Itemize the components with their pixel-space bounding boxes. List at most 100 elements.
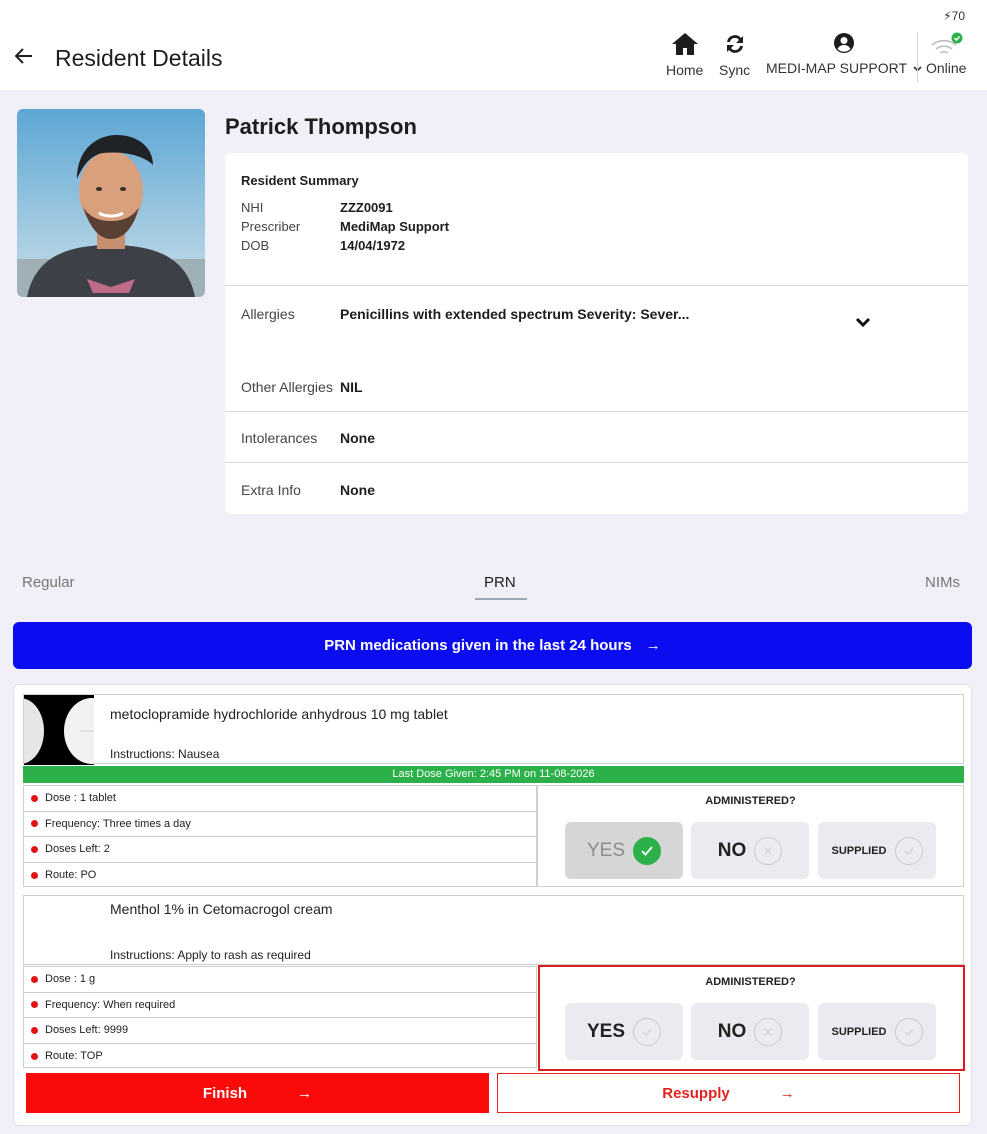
summary-title: Resident Summary <box>241 173 359 188</box>
administered-section: ADMINISTERED? YES NO SUPPLIED <box>537 785 964 887</box>
home-button[interactable]: Home <box>666 32 703 78</box>
resident-photo <box>17 109 205 297</box>
home-icon <box>671 33 698 55</box>
list-item: Frequency: Three times a day <box>24 812 536 837</box>
user-name: MEDI-MAP SUPPORT <box>766 60 907 76</box>
prn-history-label: PRN medications given in the last 24 hou… <box>324 637 632 654</box>
supplied-label: SUPPLIED <box>831 1025 887 1038</box>
resupply-button[interactable]: Resupply → <box>497 1073 960 1113</box>
active-tab-indicator <box>475 598 527 600</box>
battery-status: ⚡70 <box>943 9 965 23</box>
extra-info-label: Extra Info <box>241 482 301 498</box>
dob-label: DOB <box>241 238 270 253</box>
arrow-right-icon: → <box>297 1084 313 1102</box>
frequency-text: Frequency: When required <box>45 998 176 1011</box>
check-icon <box>894 1017 923 1046</box>
dose-text: Dose : 1 g <box>45 973 96 986</box>
medication-instructions: Instructions: Nausea <box>110 747 220 761</box>
bullet-dot-icon <box>31 794 38 802</box>
prn-medications-panel: metoclopramide hydrochloride anhydrous 1… <box>13 684 972 1126</box>
list-item: Route: TOP <box>24 1044 536 1070</box>
finish-label: Finish <box>202 1084 248 1102</box>
prescriber-value: MediMap Support <box>340 219 450 234</box>
close-icon <box>754 836 783 865</box>
bullet-dot-icon <box>31 1052 38 1060</box>
no-label: NO <box>717 839 747 861</box>
doses-left-text: Doses Left: 9999 <box>45 1024 129 1037</box>
list-item: Route: PO <box>24 863 536 889</box>
resident-name: Patrick Thompson <box>225 114 417 139</box>
frequency-text: Frequency: Three times a day <box>45 817 191 830</box>
prn-history-button[interactable]: PRN medications given in the last 24 hou… <box>13 622 972 669</box>
close-icon <box>754 1017 783 1046</box>
allergies-label: Allergies <box>241 306 295 322</box>
list-item: Dose : 1 tablet <box>24 786 536 812</box>
administered-title: ADMINISTERED? <box>705 795 796 807</box>
yes-button[interactable]: YES <box>565 1003 683 1060</box>
intolerances-label: Intolerances <box>241 430 318 446</box>
bullet-dot-icon <box>31 871 38 879</box>
finish-button[interactable]: Finish → <box>26 1073 489 1113</box>
bullet-dot-icon <box>31 1026 38 1034</box>
bullet-dot-icon <box>31 975 38 983</box>
administered-section: ADMINISTERED? YES NO SUPPLIED <box>537 966 964 1068</box>
list-item: Frequency: When required <box>24 993 536 1018</box>
medication-header: metoclopramide hydrochloride anhydrous 1… <box>23 694 964 765</box>
dob-value: 14/04/1972 <box>340 238 406 253</box>
resident-summary-card: Resident Summary NHI ZZZ0091 Prescriber … <box>225 153 968 514</box>
medication-name: metoclopramide hydrochloride anhydrous 1… <box>110 706 448 722</box>
supplied-label: SUPPLIED <box>831 844 887 857</box>
dose-text: Dose : 1 tablet <box>45 792 116 805</box>
check-icon <box>894 836 923 865</box>
medication-instructions: Instructions: Apply to rash as required <box>110 948 311 962</box>
home-label: Home <box>666 62 704 78</box>
check-icon <box>633 836 662 865</box>
divider <box>225 285 968 286</box>
yes-label: YES <box>586 1020 626 1042</box>
list-item: Doses Left: 2 <box>24 837 536 863</box>
supplied-button[interactable]: SUPPLIED <box>818 822 936 879</box>
no-button[interactable]: NO <box>691 1003 809 1060</box>
divider <box>225 411 968 412</box>
sync-label: Sync <box>719 62 751 78</box>
medication-name: Menthol 1% in Cetomacrogol cream <box>110 901 333 917</box>
prescriber-label: Prescriber <box>241 219 301 234</box>
expand-allergies-chevron-icon[interactable] <box>855 317 871 329</box>
app-header: ⚡70 Resident Details Home Sync MEDI-MAP … <box>0 0 987 90</box>
doses-left-text: Doses Left: 2 <box>45 843 110 856</box>
list-item: Dose : 1 g <box>24 967 536 993</box>
supplied-button[interactable]: SUPPLIED <box>818 1003 936 1060</box>
extra-info-value: None <box>340 482 375 498</box>
sync-icon <box>726 35 743 53</box>
resupply-label: Resupply <box>662 1084 730 1102</box>
arrow-right-icon: → <box>779 1084 795 1102</box>
no-button[interactable]: NO <box>691 822 809 879</box>
tab-regular[interactable]: Regular <box>22 574 75 591</box>
user-menu-button[interactable]: MEDI-MAP SUPPORT <box>766 32 922 76</box>
tab-prn[interactable]: PRN <box>484 574 516 591</box>
route-text: Route: TOP <box>45 1050 103 1063</box>
allergies-value: Penicillins with extended spectrum Sever… <box>340 306 690 322</box>
bullet-dot-icon <box>31 1001 38 1009</box>
battery-icon: ⚡ <box>943 9 952 23</box>
online-label: Online <box>926 60 967 76</box>
nav-divider <box>917 32 918 82</box>
intolerances-value: None <box>340 430 375 446</box>
dose-details: Dose : 1 tablet Frequency: Three times a… <box>23 785 537 887</box>
battery-level: 70 <box>951 9 965 23</box>
medication-header: Menthol 1% in Cetomacrogol cream Instruc… <box>23 895 964 965</box>
administered-title: ADMINISTERED? <box>705 976 796 988</box>
bullet-dot-icon <box>31 845 38 853</box>
arrow-right-icon: → <box>645 637 661 654</box>
back-button[interactable] <box>12 44 36 68</box>
no-label: NO <box>717 1020 747 1042</box>
user-circle-icon <box>833 33 854 53</box>
list-item: Doses Left: 9999 <box>24 1018 536 1044</box>
nhi-value: ZZZ0091 <box>340 200 393 215</box>
wifi-connected-icon <box>931 32 963 54</box>
tab-nims[interactable]: NIMs <box>925 574 960 591</box>
check-icon <box>633 1017 662 1046</box>
back-arrow-icon <box>15 48 32 64</box>
sync-button[interactable]: Sync <box>719 32 750 78</box>
yes-button[interactable]: YES <box>565 822 683 879</box>
